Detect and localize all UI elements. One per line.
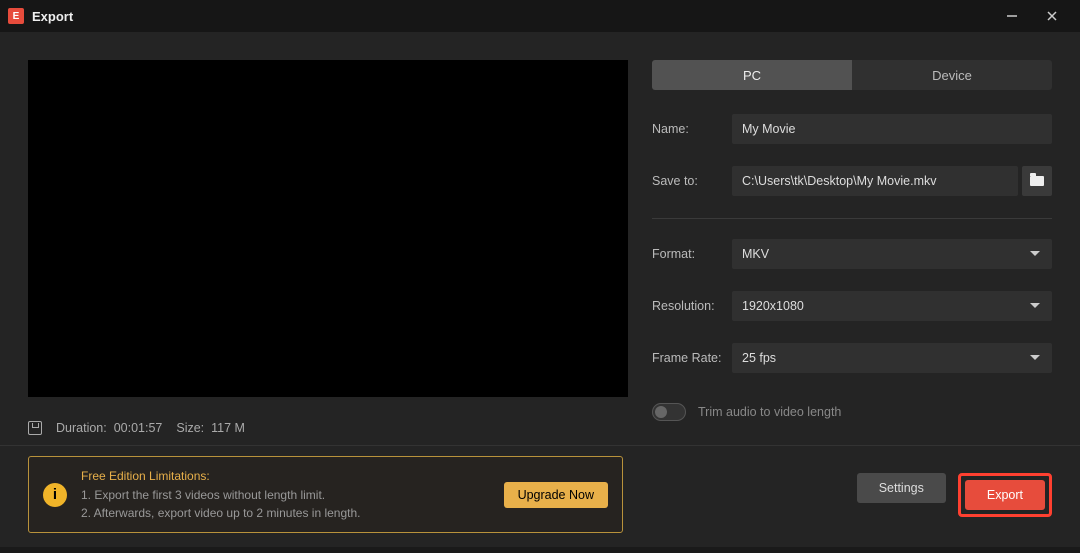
- browse-folder-button[interactable]: [1022, 166, 1052, 196]
- info-icon: i: [43, 483, 67, 507]
- tab-pc[interactable]: PC: [652, 60, 852, 90]
- name-label: Name:: [652, 122, 732, 136]
- format-label: Format:: [652, 247, 732, 261]
- title-bar: E Export: [0, 0, 1080, 32]
- disk-icon: [28, 421, 42, 435]
- video-preview: [28, 60, 628, 397]
- saveto-label: Save to:: [652, 174, 732, 188]
- promo-line2: 2. Afterwards, export video up to 2 minu…: [81, 504, 490, 522]
- folder-icon: [1030, 176, 1044, 186]
- size-label: Size:: [176, 421, 204, 435]
- framerate-label: Frame Rate:: [652, 351, 732, 365]
- trim-audio-label: Trim audio to video length: [698, 405, 841, 419]
- resolution-label: Resolution:: [652, 299, 732, 313]
- promo-title: Free Edition Limitations:: [81, 467, 490, 485]
- export-button[interactable]: Export: [965, 480, 1045, 510]
- divider: [652, 218, 1052, 219]
- format-select[interactable]: MKV: [732, 239, 1052, 269]
- close-button[interactable]: [1032, 0, 1072, 32]
- promo-line1: 1. Export the first 3 videos without len…: [81, 486, 490, 504]
- limitations-panel: i Free Edition Limitations: 1. Export th…: [28, 456, 623, 533]
- framerate-select[interactable]: 25 fps: [732, 343, 1052, 373]
- settings-button[interactable]: Settings: [857, 473, 946, 503]
- name-input[interactable]: [732, 114, 1052, 144]
- export-tabs: PC Device: [652, 60, 1052, 90]
- duration-label: Duration:: [56, 421, 107, 435]
- duration-value: 00:01:57: [114, 421, 163, 435]
- size-value: 117 M: [211, 421, 245, 435]
- saveto-input[interactable]: [732, 166, 1018, 196]
- window-title: Export: [32, 9, 73, 24]
- resolution-select[interactable]: 1920x1080: [732, 291, 1052, 321]
- tab-device[interactable]: Device: [852, 60, 1052, 90]
- upgrade-button[interactable]: Upgrade Now: [504, 482, 608, 508]
- info-bar: Duration: 00:01:57 Size: 117 M: [28, 421, 628, 435]
- minimize-button[interactable]: [992, 0, 1032, 32]
- app-icon: E: [8, 8, 24, 24]
- trim-audio-toggle[interactable]: [652, 403, 686, 421]
